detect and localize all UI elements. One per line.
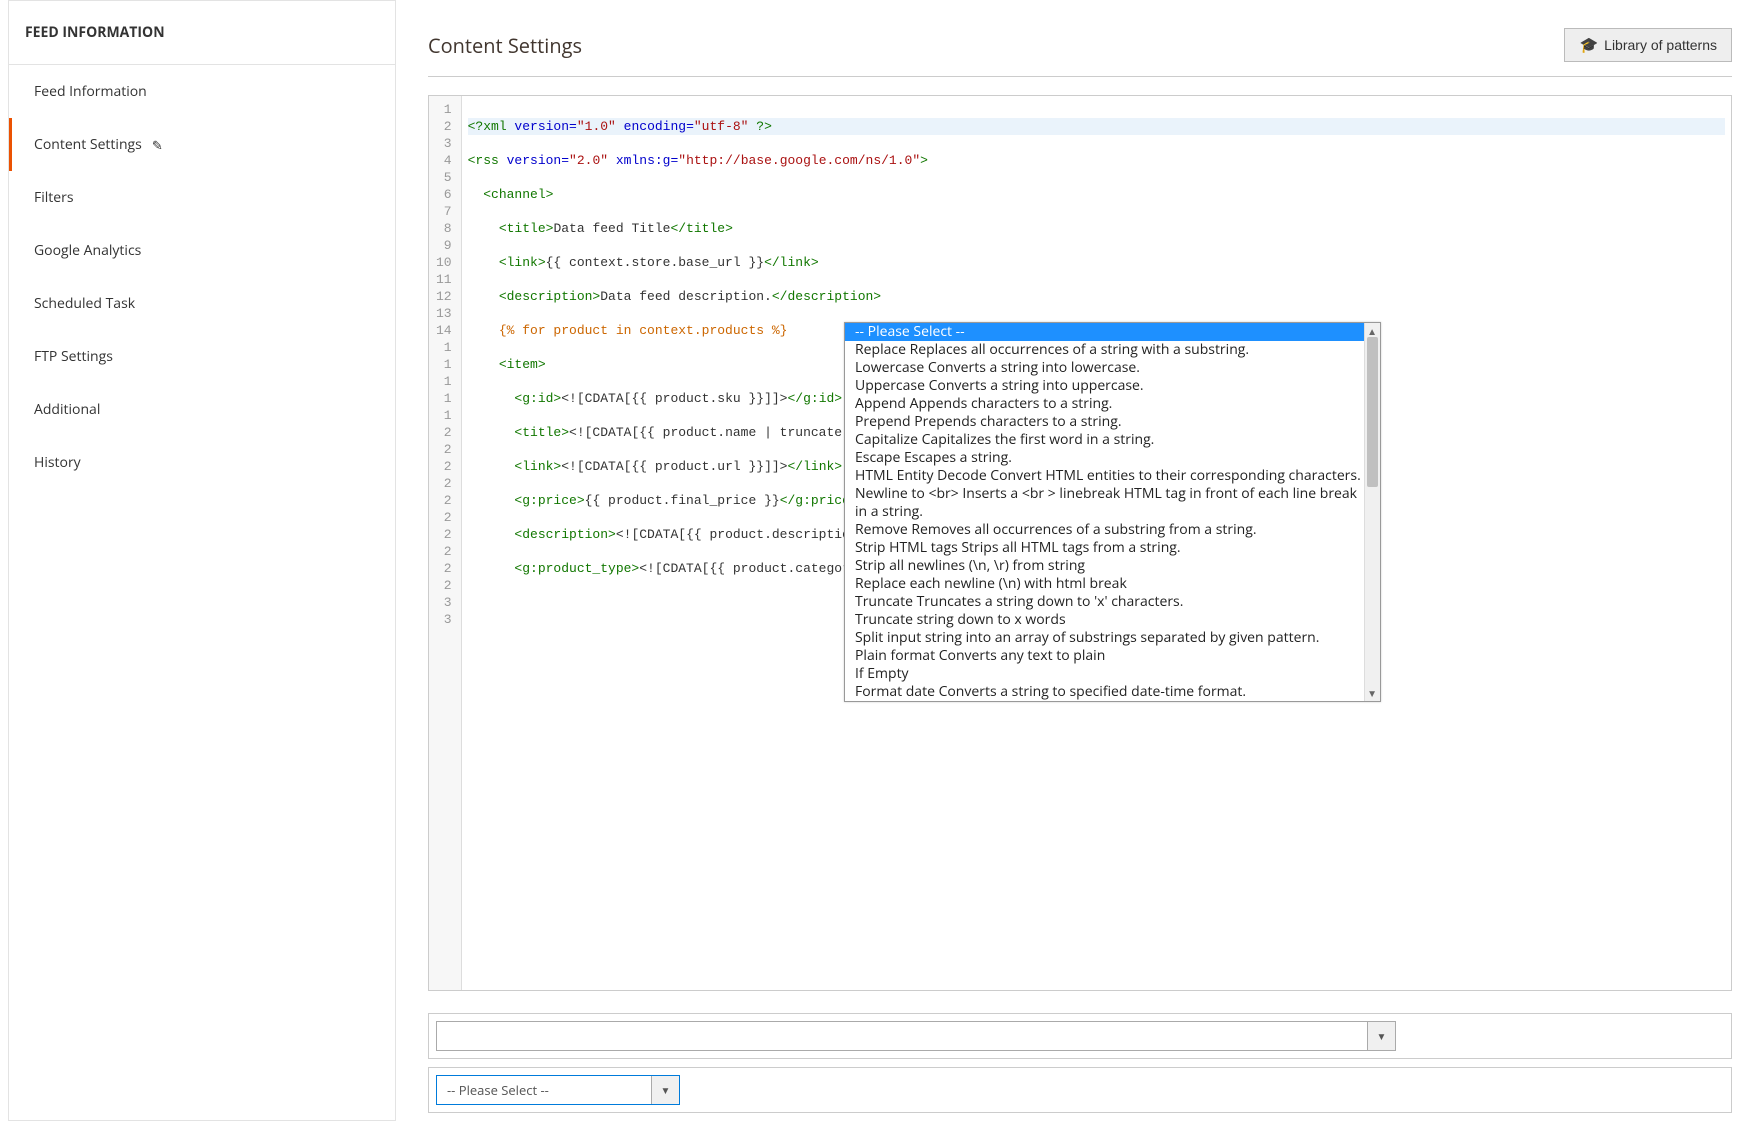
attr-select-row: ▼ xyxy=(428,1013,1732,1059)
sidebar-title: FEED INFORMATION xyxy=(9,1,395,65)
dropdown-option[interactable]: Strip HTML tags Strips all HTML tags fro… xyxy=(845,539,1380,557)
sidebar-item-scheduled-task[interactable]: Scheduled Task xyxy=(9,277,395,330)
filter-select-value: -- Please Select -- xyxy=(437,1081,651,1099)
sidebar: FEED INFORMATION Feed Information Conten… xyxy=(8,0,396,1121)
dropdown-option[interactable]: Append Appends characters to a string. xyxy=(845,395,1380,413)
main-panel: Content Settings 🎓 Library of patterns 1… xyxy=(396,0,1752,1121)
dropdown-option[interactable]: Prepend Prepends characters to a string. xyxy=(845,413,1380,431)
dropdown-option[interactable]: Strip all newlines (\n, \r) from string xyxy=(845,557,1380,575)
sidebar-item-label: Content Settings xyxy=(34,135,142,154)
dropdown-option[interactable]: Truncate Truncates a string down to 'x' … xyxy=(845,593,1380,611)
filter-select[interactable]: -- Please Select -- ▼ xyxy=(436,1075,680,1105)
dropdown-option[interactable]: If Empty xyxy=(845,665,1380,683)
dropdown-option[interactable]: Truncate string down to x words xyxy=(845,611,1380,629)
line-gutter: 123456789101112131411111222222222233 xyxy=(429,96,462,990)
scrollbar[interactable]: ▲ ▼ xyxy=(1364,323,1380,701)
sidebar-item-additional[interactable]: Additional xyxy=(9,383,395,436)
scroll-up-icon: ▲ xyxy=(1367,324,1377,338)
sidebar-item-label: Google Analytics xyxy=(34,241,141,260)
dropdown-option[interactable]: Replace Replaces all occurrences of a st… xyxy=(845,341,1380,359)
dropdown-option[interactable]: Capitalize Capitalizes the first word in… xyxy=(845,431,1380,449)
dropdown-option[interactable]: Newline to <br> Inserts a <br > linebrea… xyxy=(845,485,1380,521)
attribute-select[interactable]: ▼ xyxy=(436,1021,1396,1051)
sidebar-item-label: History xyxy=(34,453,81,472)
sidebar-item-label: Additional xyxy=(34,400,100,419)
sidebar-item-content-settings[interactable]: Content Settings ✎ xyxy=(9,118,395,171)
sidebar-item-history[interactable]: History xyxy=(9,436,395,489)
dropdown-option[interactable]: -- Please Select -- xyxy=(845,323,1380,341)
dropdown-option[interactable]: Replace each newline (\n) with html brea… xyxy=(845,575,1380,593)
dropdown-option[interactable]: Plain format Converts any text to plain xyxy=(845,647,1380,665)
sidebar-item-feed-information[interactable]: Feed Information xyxy=(9,65,395,118)
sidebar-item-label: Filters xyxy=(34,188,74,207)
dropdown-option[interactable]: Split input string into an array of subs… xyxy=(845,629,1380,647)
dropdown-option[interactable]: Remove Removes all occurrences of a subs… xyxy=(845,521,1380,539)
dropdown-option[interactable]: Escape Escapes a string. xyxy=(845,449,1380,467)
chevron-down-icon: ▼ xyxy=(1367,1022,1395,1050)
dropdown-option[interactable]: HTML Entity Decode Convert HTML entities… xyxy=(845,467,1380,485)
scroll-down-icon: ▼ xyxy=(1367,686,1377,700)
filter-dropdown-list[interactable]: -- Please Select --Replace Replaces all … xyxy=(844,322,1381,702)
page-title: Content Settings xyxy=(428,32,582,59)
sidebar-item-filters[interactable]: Filters xyxy=(9,171,395,224)
library-button-label: Library of patterns xyxy=(1604,37,1717,53)
chevron-down-icon: ▼ xyxy=(651,1076,679,1104)
graduation-cap-icon: 🎓 xyxy=(1579,36,1598,54)
dropdown-option[interactable]: Lowercase Converts a string into lowerca… xyxy=(845,359,1380,377)
dropdown-option[interactable]: Format date Converts a string to specifi… xyxy=(845,683,1380,701)
sidebar-item-google-analytics[interactable]: Google Analytics xyxy=(9,224,395,277)
scroll-thumb[interactable] xyxy=(1367,337,1378,487)
sidebar-item-label: Feed Information xyxy=(34,82,147,101)
pencil-icon: ✎ xyxy=(152,136,163,154)
sidebar-item-ftp-settings[interactable]: FTP Settings xyxy=(9,330,395,383)
sidebar-item-label: Scheduled Task xyxy=(34,294,135,313)
dropdown-option[interactable]: Uppercase Converts a string into upperca… xyxy=(845,377,1380,395)
filter-select-row: -- Please Select -- ▼ xyxy=(428,1067,1732,1113)
library-of-patterns-button[interactable]: 🎓 Library of patterns xyxy=(1564,28,1732,62)
sidebar-item-label: FTP Settings xyxy=(34,347,113,366)
